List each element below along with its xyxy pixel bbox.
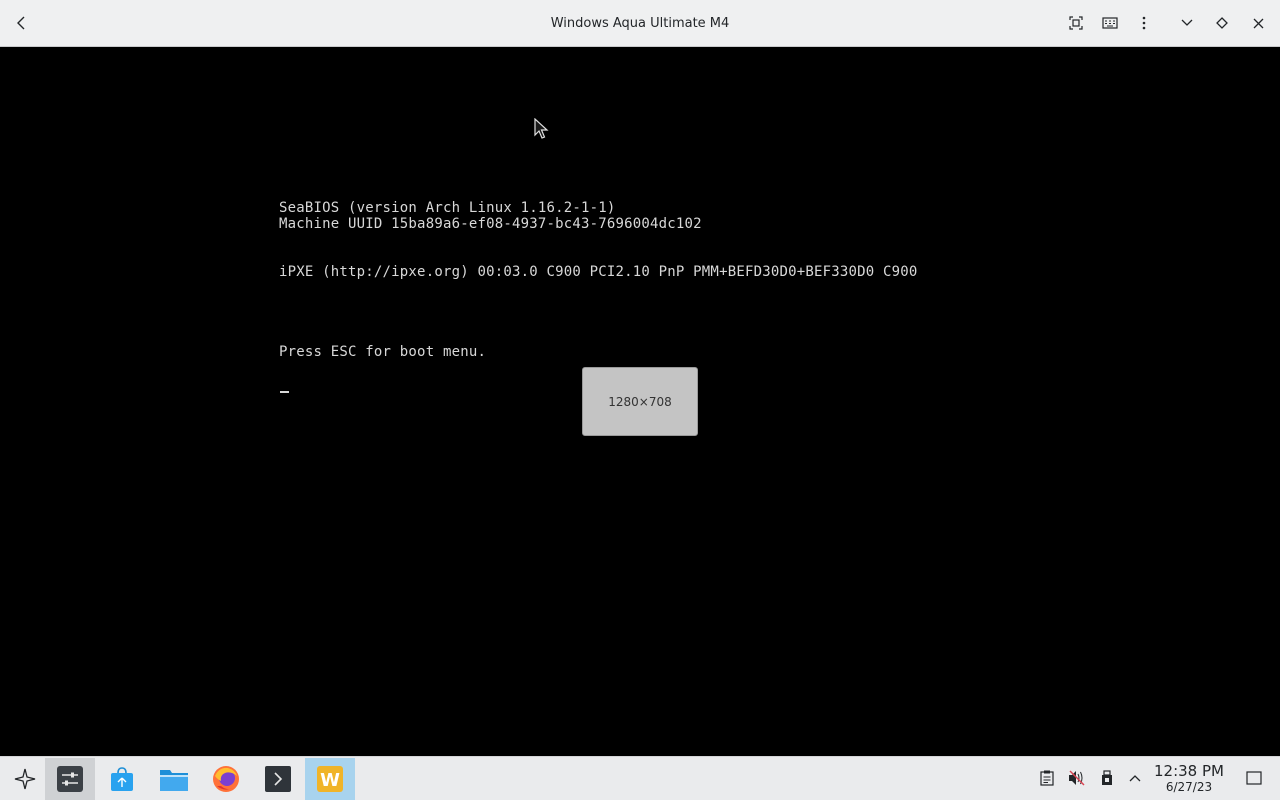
fullscreen-icon[interactable] xyxy=(1065,12,1087,34)
window-titlebar: Windows Aqua Ultimate M4 xyxy=(0,0,1280,47)
volume-muted-icon[interactable] xyxy=(1066,767,1088,789)
text-cursor xyxy=(280,391,289,393)
clock-time: 12:38 PM xyxy=(1154,762,1224,780)
vm-console-screen[interactable]: SeaBIOS (version Arch Linux 1.16.2-1-1) … xyxy=(0,47,1280,756)
clock-date: 6/27/23 xyxy=(1165,780,1213,794)
taskbar: W 12:38 PM 6/27/23 xyxy=(0,756,1280,800)
clock[interactable]: 12:38 PM 6/27/23 xyxy=(1150,762,1228,795)
folder-icon[interactable] xyxy=(149,758,199,800)
w-logo-icon[interactable]: W xyxy=(305,758,355,800)
window-title: Windows Aqua Ultimate M4 xyxy=(550,16,730,31)
back-arrow-icon[interactable] xyxy=(10,12,32,34)
bios-line-boot-prompt: Press ESC for boot menu. xyxy=(279,344,487,360)
mouse-pointer-icon xyxy=(534,117,550,144)
show-desktop-icon[interactable] xyxy=(1243,767,1265,789)
bios-line-seabios: SeaBIOS (version Arch Linux 1.16.2-1-1) xyxy=(279,200,616,216)
minimize-chevron-icon[interactable] xyxy=(1176,12,1198,34)
w-app-label: W xyxy=(320,770,340,791)
bios-line-ipxe: iPXE (http://ipxe.org) 00:03.0 C900 PCI2… xyxy=(279,264,918,280)
terminal-icon[interactable] xyxy=(253,758,303,800)
close-icon[interactable] xyxy=(1247,12,1269,34)
diamond-icon[interactable] xyxy=(1211,12,1233,34)
usb-device-icon[interactable] xyxy=(1096,767,1118,789)
clipboard-icon[interactable] xyxy=(1036,767,1058,789)
bios-line-uuid: Machine UUID 15ba89a6-ef08-4937-bc43-769… xyxy=(279,216,702,232)
launcher-icon[interactable] xyxy=(0,758,50,800)
kebab-menu-icon[interactable] xyxy=(1133,12,1155,34)
keyboard-icon[interactable] xyxy=(1099,12,1121,34)
settings-sliders-icon[interactable] xyxy=(45,758,95,800)
firefox-icon[interactable] xyxy=(201,758,251,800)
store-bag-icon[interactable] xyxy=(97,758,147,800)
resolution-osd: 1280×708 xyxy=(582,367,698,436)
chevron-up-icon[interactable] xyxy=(1124,767,1146,789)
